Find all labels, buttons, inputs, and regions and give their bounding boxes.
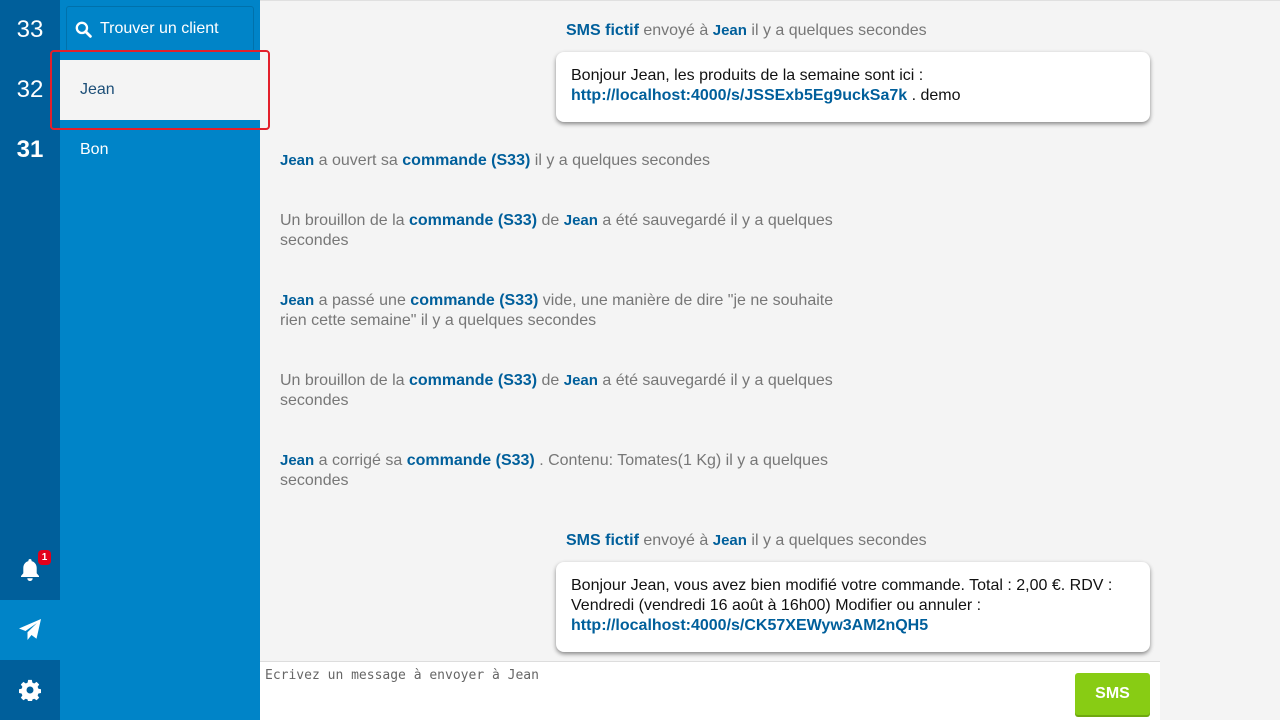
event-order-corrected: Jean a corrigé sa commande (S33) . Conte…	[280, 452, 828, 489]
conversation-feed: SMS fictif envoyé à Jean il y a quelques…	[260, 0, 1280, 660]
client-item-bon[interactable]: Bon	[60, 120, 260, 180]
sms-header-1: SMS fictif envoyé à Jean il y a quelques…	[566, 22, 927, 39]
sms-title: SMS fictif	[566, 22, 639, 39]
settings-button[interactable]	[0, 660, 60, 720]
gear-icon	[19, 679, 41, 701]
notification-badge: 1	[38, 550, 51, 565]
event-empty-order: Jean a passé une commande (S33) vide, un…	[280, 292, 834, 329]
order-link[interactable]: commande (S33)	[407, 452, 535, 469]
notifications-button[interactable]	[0, 540, 60, 600]
week-rail: 33 32 31 1	[0, 0, 60, 720]
client-list-panel: Jean Bon	[60, 0, 260, 720]
week-31[interactable]: 31	[0, 120, 60, 180]
week-32[interactable]: 32	[0, 60, 60, 120]
client-search[interactable]	[66, 6, 254, 52]
message-input[interactable]	[265, 668, 1065, 714]
client-item-jean[interactable]: Jean	[60, 60, 260, 120]
sms-bubble-1: Bonjour Jean, les produits de la semaine…	[556, 52, 1150, 122]
event-draft-saved-2: Un brouillon de la commande (S33) de Jea…	[280, 372, 833, 409]
paper-plane-icon	[19, 619, 41, 640]
order-link[interactable]: commande (S33)	[410, 292, 538, 309]
event-opened-order: Jean a ouvert sa commande (S33) il y a q…	[280, 152, 710, 169]
event-draft-saved-1: Un brouillon de la commande (S33) de Jea…	[280, 212, 833, 249]
sms-title: SMS fictif	[566, 532, 639, 549]
client-name-link[interactable]: Jean	[713, 532, 747, 549]
order-link[interactable]: commande (S33)	[409, 372, 537, 389]
sms-bubble-2: Bonjour Jean, vous avez bien modifié vot…	[556, 562, 1150, 652]
client-name-link[interactable]: Jean	[713, 22, 747, 39]
sms-header-2: SMS fictif envoyé à Jean il y a quelques…	[566, 532, 927, 549]
order-link[interactable]: commande (S33)	[402, 152, 530, 169]
send-sms-button[interactable]: SMS	[1075, 673, 1150, 715]
search-icon	[75, 21, 92, 38]
message-composer: SMS	[260, 661, 1160, 720]
messages-button[interactable]	[0, 600, 60, 660]
sms-link-2[interactable]: http://localhost:4000/s/CK57XEWyw3AM2nQH…	[571, 617, 928, 634]
week-33[interactable]: 33	[0, 0, 60, 60]
sms-link-1[interactable]: http://localhost:4000/s/JSSExb5Eg9uckSa7…	[571, 87, 907, 104]
client-search-input[interactable]	[100, 20, 250, 38]
order-link[interactable]: commande (S33)	[409, 212, 537, 229]
